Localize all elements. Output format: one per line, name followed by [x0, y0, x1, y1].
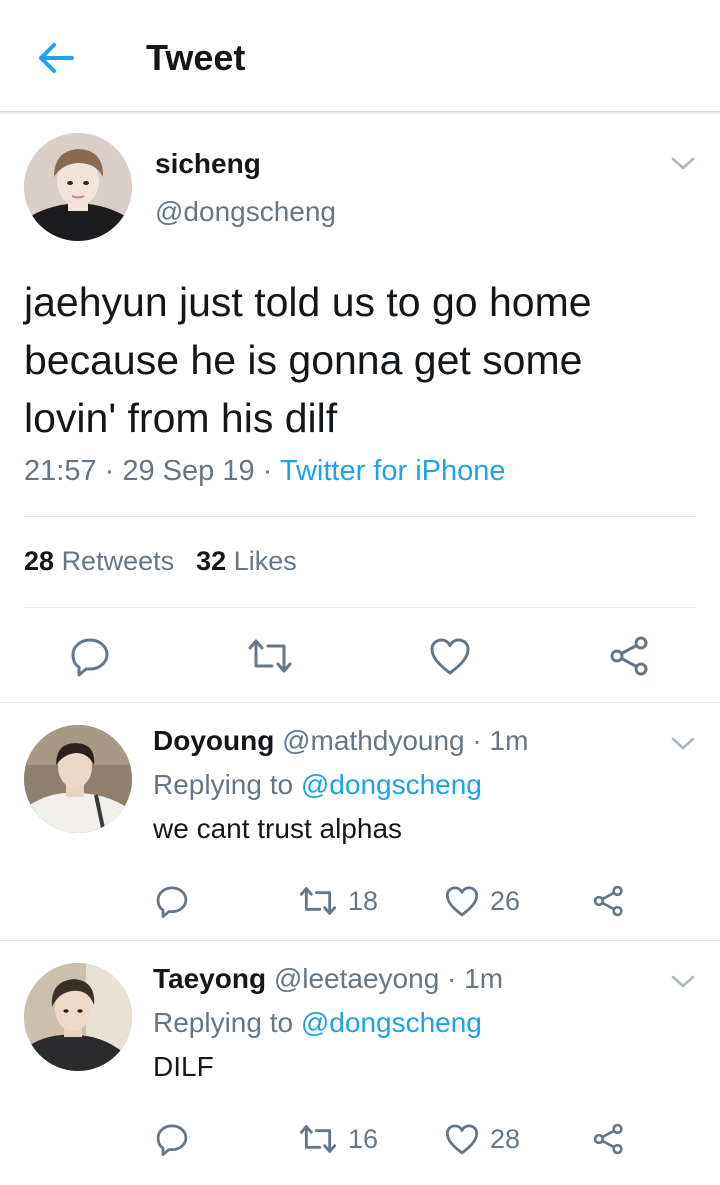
share-button[interactable] [606, 633, 654, 679]
reply-actions: 18 26 [150, 881, 650, 921]
avatar[interactable] [24, 725, 132, 833]
likes-count: 32 [196, 546, 227, 576]
reply-button[interactable] [154, 881, 190, 921]
avatar[interactable] [24, 133, 132, 241]
tweet-text: jaehyun just told us to go home because … [24, 279, 592, 441]
retweet-icon [299, 1125, 337, 1153]
retweet-icon [248, 639, 292, 673]
replying-to-label: Replying to [153, 1007, 294, 1038]
author-handle[interactable]: @dongscheng [155, 195, 336, 229]
avatar-image [24, 725, 132, 833]
reply-header: Doyoung @mathdyoung · 1m [153, 725, 529, 756]
retweet-button[interactable] [246, 633, 294, 679]
like-button[interactable] [426, 633, 474, 679]
reply-button[interactable] [66, 633, 114, 679]
tweet-time: 21:57 [24, 455, 97, 487]
tweet-options-button[interactable] [668, 149, 698, 179]
mention-link[interactable]: @dongscheng [301, 1007, 482, 1038]
chevron-down-icon [671, 737, 695, 750]
avatar-image [24, 133, 132, 241]
retweets-count: 28 [24, 546, 55, 576]
main-tweet: sicheng @dongscheng jaehyun just told us… [0, 113, 720, 703]
tweet-source-link[interactable]: Twitter for iPhone [280, 455, 506, 487]
retweets-stat[interactable]: 28 Retweets [24, 546, 174, 576]
tweet-options-button[interactable] [668, 729, 698, 759]
retweet-icon [299, 887, 337, 915]
chevron-down-icon [671, 975, 695, 988]
share-icon [593, 1123, 623, 1155]
top-app-bar: Tweet [0, 0, 720, 112]
reply-time: 1m [464, 963, 504, 994]
page-title: Tweet [146, 37, 246, 78]
like-count: 26 [490, 886, 521, 916]
retweet-button[interactable]: 18 [298, 881, 378, 921]
retweet-count: 18 [348, 886, 379, 916]
like-count: 28 [490, 1124, 521, 1154]
reply-author-name[interactable]: Taeyong [153, 963, 266, 994]
likes-label: Likes [233, 546, 297, 576]
reply-header: Taeyong @leetaeyong · 1m [153, 963, 504, 994]
reply-author-handle[interactable]: @mathdyoung [282, 725, 465, 756]
avatar-image [24, 963, 132, 1071]
tweet-meta: 21:57 · 29 Sep 19 · Twitter for iPhone [24, 455, 506, 487]
divider [24, 516, 696, 517]
share-icon [593, 885, 623, 917]
reply-icon [71, 638, 109, 677]
like-button[interactable]: 28 [444, 1119, 520, 1159]
share-button[interactable] [592, 881, 626, 921]
retweets-label: Retweets [61, 546, 175, 576]
reply-icon [156, 886, 188, 918]
mention-link[interactable]: @dongscheng [301, 769, 482, 800]
heart-icon [430, 638, 470, 675]
arrow-left-icon [39, 43, 74, 73]
reply-author-name[interactable]: Doyoung [153, 725, 274, 756]
tweet-stats: 28 Retweets 32 Likes [24, 543, 297, 579]
replying-to: Replying to @dongscheng [153, 767, 482, 803]
tweet-actions [0, 633, 720, 679]
reply-author-handle[interactable]: @leetaeyong [274, 963, 439, 994]
like-button[interactable]: 26 [444, 881, 520, 921]
reply-tweet[interactable]: Taeyong @leetaeyong · 1m Replying to @do… [0, 941, 720, 1185]
replying-to-label: Replying to [153, 769, 294, 800]
reply-icon [156, 1124, 188, 1156]
reply-actions: 16 28 [150, 1119, 650, 1159]
reply-time: 1m [489, 725, 529, 756]
replying-to: Replying to @dongscheng [153, 1005, 482, 1041]
reply-tweet[interactable]: Doyoung @mathdyoung · 1m Replying to @do… [0, 703, 720, 941]
reply-text: we cant trust alphas [153, 813, 403, 844]
tweet-date: 29 Sep 19 [122, 455, 255, 487]
reply-button[interactable] [154, 1119, 190, 1159]
divider [24, 607, 696, 608]
chevron-down-icon [671, 157, 695, 170]
retweet-count: 16 [348, 1124, 379, 1154]
heart-icon [445, 1124, 479, 1155]
heart-icon [445, 886, 479, 917]
share-icon [610, 636, 648, 676]
avatar[interactable] [24, 963, 132, 1071]
tweet-options-button[interactable] [668, 967, 698, 997]
likes-stat[interactable]: 32 Likes [196, 546, 297, 576]
share-button[interactable] [592, 1119, 626, 1159]
retweet-button[interactable]: 16 [298, 1119, 378, 1159]
reply-text: DILF [153, 1051, 214, 1082]
back-button[interactable] [30, 34, 82, 82]
author-name[interactable]: sicheng [155, 147, 261, 181]
